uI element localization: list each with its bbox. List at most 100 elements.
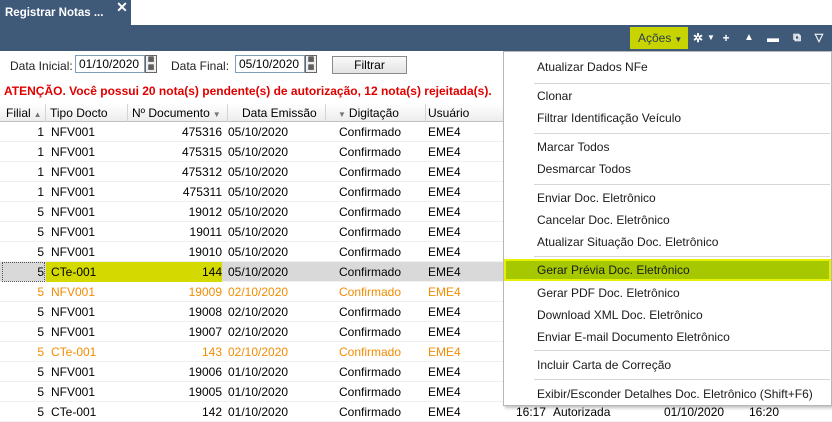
filial-cell: 1 <box>37 185 44 199</box>
sort-desc-icon: ▼ <box>338 110 346 119</box>
sort-desc-icon: ▼ <box>212 110 221 119</box>
menu-separator <box>534 256 830 257</box>
minimize-icon[interactable]: ▬ <box>765 29 781 47</box>
filial-cell: 1 <box>37 165 44 179</box>
digitacao-cell: Confirmado <box>339 185 402 199</box>
data-cell: 01/10/2020 <box>664 405 725 419</box>
calendar-icon[interactable]: ▦ ▦ <box>145 55 157 73</box>
hora-cell: 16:17 <box>516 405 547 419</box>
menu-item-atualizar-dados-nfe[interactable]: Atualizar Dados NFe <box>504 56 831 78</box>
menu-item-desmarcar-todos[interactable]: Desmarcar Todos <box>504 158 831 180</box>
filial-cell: 5 <box>37 305 44 319</box>
tipo-docto-cell: NFV001 <box>51 285 96 299</box>
menu-item-gerar-pdf-doc-eletronico[interactable]: Gerar PDF Doc. Eletrônico <box>504 282 831 304</box>
filial-cell: 5 <box>37 405 44 419</box>
menu-item-gerar-previa-doc-eletronico[interactable]: Gerar Prévia Doc. Eletrônico <box>504 259 831 281</box>
data-final-field[interactable]: 05/10/2020 <box>235 55 305 73</box>
data-emissao-cell: 02/10/2020 <box>228 345 289 359</box>
usuario-cell: EME4 <box>428 145 461 159</box>
filial-cell: 5 <box>2 262 45 282</box>
data-emissao-cell: 05/10/2020 <box>228 245 289 259</box>
menu-item-filtrar-identificacao-veiculo[interactable]: Filtrar Identificação Veículo <box>504 107 831 129</box>
chevron-down-icon[interactable]: ▼ <box>706 29 716 47</box>
tipo-docto-cell: CTe-001 <box>51 345 97 359</box>
tipo-docto-cell: NFV001 <box>51 145 96 159</box>
data-inicial-field[interactable]: 01/10/2020 <box>75 55 145 73</box>
data-emissao-cell: 05/10/2020 <box>228 125 289 139</box>
menu-item-incluir-carta-de-correcao[interactable]: Incluir Carta de Correção <box>504 354 831 376</box>
usuario-cell: EME4 <box>428 125 461 139</box>
menu-item-enviar-email-documento-eletronico[interactable]: Enviar E-mail Documento Eletrônico <box>504 326 831 348</box>
filial-cell: 5 <box>37 205 44 219</box>
filter-icon[interactable]: ▽ <box>811 29 827 47</box>
acoes-menu: Atualizar Dados NFe Clonar Filtrar Ident… <box>503 51 832 406</box>
hora-cell: 16:20 <box>749 405 780 419</box>
restore-icon[interactable]: ⧉ <box>789 29 805 47</box>
usuario-cell: EME4 <box>428 205 461 219</box>
tipo-docto-cell: NFV001 <box>51 365 96 379</box>
tab-registrar-notas[interactable]: Registrar Notas ... <box>0 0 131 25</box>
tipo-docto-cell: NFV001 <box>51 165 96 179</box>
menu-item-marcar-todos[interactable]: Marcar Todos <box>504 136 831 158</box>
add-icon[interactable]: + <box>718 29 734 47</box>
data-emissao-cell: 05/10/2020 <box>228 185 289 199</box>
usuario-cell: EME4 <box>428 405 461 419</box>
close-icon[interactable]: ✕ <box>114 0 130 16</box>
menu-item-enviar-doc-eletronico[interactable]: Enviar Doc. Eletrônico <box>504 187 831 209</box>
sort-asc-icon: ▲ <box>33 110 42 119</box>
filtrar-button[interactable]: Filtrar <box>332 56 407 74</box>
numero-documento-cell: 19005 <box>188 385 222 399</box>
data-emissao-cell: 05/10/2020 <box>228 205 289 219</box>
filial-cell: 5 <box>37 365 44 379</box>
tab-title: Registrar Notas ... <box>5 7 104 19</box>
column-header-filial[interactable]: Filial ▲ <box>0 104 46 122</box>
filial-cell: 5 <box>37 225 44 239</box>
column-header-usuario[interactable]: Usuário <box>426 104 506 122</box>
menu-item-download-xml-doc-eletronico[interactable]: Download XML Doc. Eletrônico <box>504 304 831 326</box>
filial-cell: 5 <box>37 385 44 399</box>
numero-documento-cell: 19009 <box>188 285 222 299</box>
numero-documento-cell: 19012 <box>188 205 222 219</box>
digitacao-cell: Confirmado <box>339 165 402 179</box>
tipo-docto-cell: NFV001 <box>51 305 96 319</box>
usuario-cell: EME4 <box>428 245 461 259</box>
move-up-icon[interactable]: ▲ <box>741 29 757 47</box>
settings-gear-icon[interactable]: ✲ <box>688 29 708 47</box>
filial-cell: 1 <box>37 145 44 159</box>
digitacao-cell: Confirmado <box>339 345 402 359</box>
acoes-button[interactable]: Ações ▼ <box>630 27 688 49</box>
column-header-numero[interactable]: Nº Documento ▼ <box>128 104 228 122</box>
calendar-icon[interactable]: ▦ ▦ <box>305 55 317 73</box>
chevron-down-icon: ▼ <box>674 35 683 44</box>
tipo-docto-cell: NFV001 <box>51 245 96 259</box>
column-header-digitacao[interactable]: ▼ Digitação <box>326 104 426 122</box>
digitacao-cell: Confirmado <box>339 145 402 159</box>
column-header-tipo-docto[interactable]: Tipo Docto <box>46 104 128 122</box>
data-emissao-cell: 05/10/2020 <box>228 145 289 159</box>
menu-separator <box>534 133 830 134</box>
numero-documento-cell: 142 <box>201 405 222 419</box>
tipo-docto-cell: CTe-001 <box>46 262 128 282</box>
numero-documento-cell: 19006 <box>188 365 222 379</box>
usuario-cell: EME4 <box>428 345 461 359</box>
warning-message: ATENÇÃO. Você possui 20 nota(s) pendente… <box>4 84 492 98</box>
menu-item-cancelar-doc-eletronico[interactable]: Cancelar Doc. Eletrônico <box>504 209 831 231</box>
filial-cell: 5 <box>37 285 44 299</box>
menu-item-exibir-esconder-detalhes[interactable]: Exibir/Esconder Detalhes Doc. Eletrônico… <box>504 383 831 405</box>
data-emissao-cell: 05/10/2020 <box>228 225 289 239</box>
usuario-cell: EME4 <box>428 185 461 199</box>
filial-cell: 5 <box>37 345 44 359</box>
digitacao-cell: Confirmado <box>339 265 402 279</box>
status-cell: Autorizada <box>553 405 611 419</box>
menu-separator <box>534 83 830 84</box>
menu-item-clonar[interactable]: Clonar <box>504 85 831 107</box>
digitacao-cell: Confirmado <box>339 285 402 299</box>
numero-documento-cell: 475315 <box>181 145 222 159</box>
data-emissao-cell: 02/10/2020 <box>228 325 289 339</box>
usuario-cell: EME4 <box>428 305 461 319</box>
data-emissao-cell: 02/10/2020 <box>228 285 289 299</box>
column-header-data-emissao[interactable]: Data Emissão <box>228 104 326 122</box>
usuario-cell: EME4 <box>428 325 461 339</box>
menu-item-atualizar-situacao-doc-eletronico[interactable]: Atualizar Situação Doc. Eletrônico <box>504 231 831 253</box>
tipo-docto-cell: NFV001 <box>51 325 96 339</box>
